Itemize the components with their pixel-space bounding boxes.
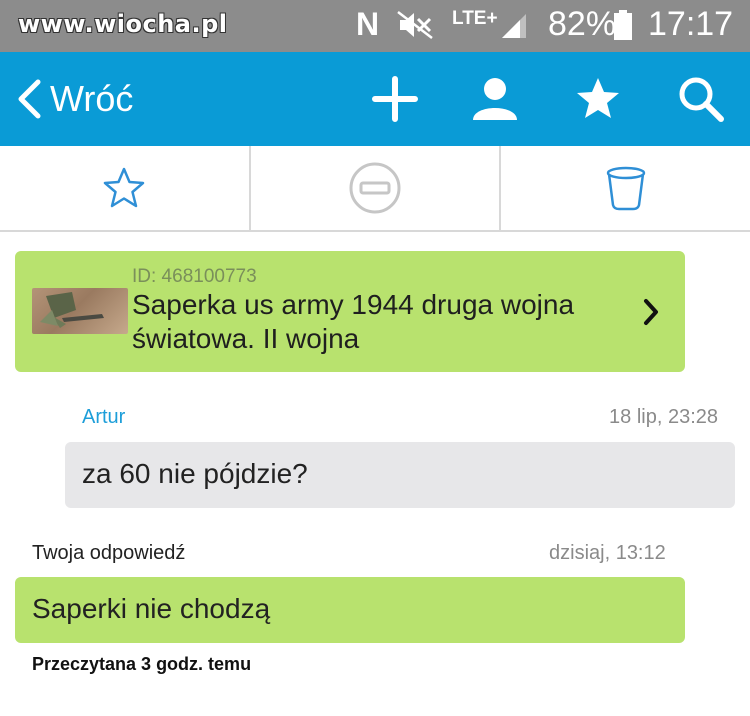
incoming-message-text: za 60 nie pójdzie? (82, 458, 308, 489)
incoming-message: za 60 nie pójdzie? (65, 442, 735, 508)
chevron-left-icon (18, 79, 41, 119)
offer-id: ID: 468100773 (132, 266, 257, 287)
star-outline-icon (104, 167, 145, 208)
clock: 17:17 (648, 5, 734, 43)
back-button[interactable]: Wróć (16, 52, 133, 146)
app-bar: Wróć (0, 52, 750, 198)
message-actions (0, 146, 750, 232)
message-timestamp: 18 lip, 23:28 (609, 406, 718, 428)
mute-icon (396, 10, 436, 45)
read-status: Przeczytana 3 godz. temu (32, 654, 252, 674)
network-type: LTE+ (452, 8, 498, 29)
watermark: www.wiocha.pl (18, 10, 228, 38)
trash-icon (606, 166, 645, 211)
person-icon[interactable] (470, 74, 520, 124)
reply-label: Twoja odpowiedź (32, 542, 186, 564)
battery-icon (614, 10, 632, 40)
signal-icon (500, 12, 528, 45)
chevron-right-icon (641, 297, 661, 332)
back-label: Wróć (50, 78, 134, 119)
nfc-icon: N (356, 6, 380, 42)
plus-icon[interactable] (370, 74, 420, 124)
delete-button[interactable] (501, 146, 750, 230)
offer-thumbnail (32, 288, 128, 334)
outgoing-message: Saperki nie chodzą (15, 577, 685, 643)
favorite-button[interactable] (0, 146, 251, 230)
search-icon[interactable] (676, 74, 726, 124)
block-button[interactable] (251, 146, 502, 230)
status-bar: www.wiocha.pl N LTE+ 82% 17:17 (0, 0, 750, 52)
offer-title: Saperka us army 1944 druga wojna światow… (132, 289, 575, 354)
battery-percent: 82% (548, 5, 617, 43)
offer-card[interactable]: ID: 468100773 Saperka us army 1944 druga… (15, 251, 685, 372)
block-icon (349, 162, 401, 214)
star-icon[interactable] (573, 74, 623, 124)
sender-name[interactable]: Artur (82, 406, 125, 429)
outgoing-message-text: Saperki nie chodzą (32, 593, 271, 624)
reply-timestamp: dzisiaj, 13:12 (549, 542, 666, 564)
